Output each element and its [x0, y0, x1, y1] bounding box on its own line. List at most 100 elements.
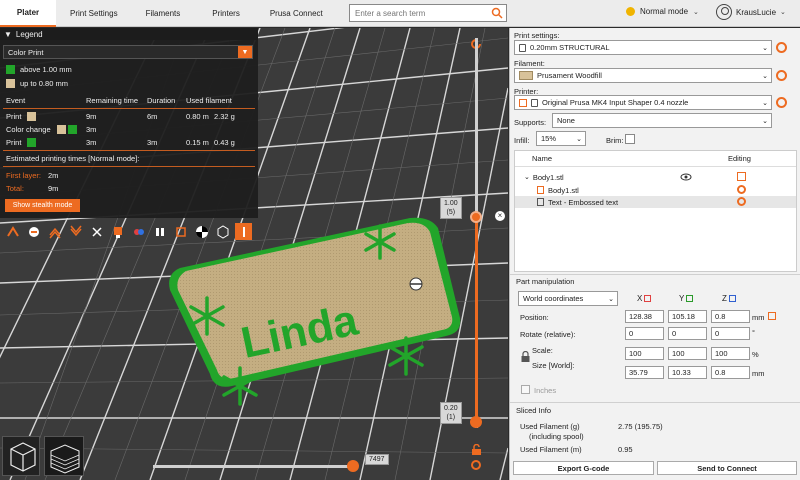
tab-prusa-connect[interactable]: Prusa Connect — [258, 0, 335, 27]
upper-thumb[interactable] — [470, 211, 482, 223]
pause-prints-icon[interactable] — [151, 223, 168, 240]
search-box[interactable] — [349, 4, 507, 22]
preview-button[interactable] — [44, 436, 84, 476]
part-row-selected[interactable]: Text - Embossed text — [515, 196, 796, 208]
print-settings-value: 0.20mm STRUCTURAL — [530, 43, 610, 52]
position-z-input[interactable]: 0.8 — [711, 310, 750, 323]
horizontal-thumb[interactable] — [347, 460, 359, 472]
edit-icon[interactable] — [737, 172, 746, 181]
position-y-input[interactable]: 105.18 — [668, 310, 707, 323]
used-m: 0.80 m — [186, 112, 209, 121]
search-input[interactable] — [355, 8, 485, 18]
first-layer-value: 2m — [48, 171, 59, 180]
tab-plater[interactable]: Plater — [0, 0, 56, 27]
coordinate-system-combo[interactable]: World coordinates ⌄ — [518, 291, 618, 306]
green-swatch-icon — [27, 138, 36, 147]
coord-system-value: World coordinates — [523, 294, 584, 303]
size-label: Size [World]: — [532, 361, 575, 370]
position-x-input[interactable]: 128.38 — [625, 310, 664, 323]
scale-y-input[interactable]: 100 — [668, 347, 707, 360]
close-icon[interactable]: × — [495, 211, 505, 221]
infill-combo[interactable]: 15% ⌄ — [536, 131, 586, 146]
user-icon — [716, 4, 732, 20]
tan-swatch-icon — [27, 112, 36, 121]
used-g: 0.43 g — [214, 138, 235, 147]
collapse-triangle-icon[interactable]: ▼ — [4, 30, 12, 39]
tab-filaments[interactable]: Filaments — [134, 0, 193, 27]
size-y-input[interactable]: 10.33 — [668, 366, 707, 379]
retractions-icon[interactable] — [46, 223, 63, 240]
gear-icon[interactable] — [776, 42, 787, 53]
search-icon[interactable] — [491, 7, 503, 19]
legend-header[interactable]: ▼ Legend — [0, 28, 258, 40]
tool-marker-icon[interactable] — [235, 223, 252, 240]
shells-icon[interactable] — [214, 223, 231, 240]
filament-combo[interactable]: Prusament Woodfill ⌄ — [514, 68, 772, 83]
layer-vertical-slider[interactable] — [475, 38, 478, 428]
legend-title: Legend — [15, 29, 43, 39]
remaining-time: 3m — [86, 125, 97, 134]
estimated-times-title: Estimated printing times [Normal mode]: — [6, 154, 140, 163]
rotate-y-input[interactable]: 0 — [668, 327, 707, 340]
part-row[interactable]: Body1.stl — [515, 184, 796, 196]
lock-icon[interactable] — [521, 351, 530, 362]
total-label: Total: — [6, 184, 24, 193]
cog-icon[interactable] — [470, 459, 482, 471]
unit-mm: mm — [752, 369, 765, 378]
object-row[interactable]: ⌄ Body1.stl — [515, 171, 796, 183]
center-of-gravity-icon[interactable] — [193, 223, 210, 240]
lower-thumb[interactable] — [470, 416, 482, 428]
infill-label: Infill: — [514, 136, 530, 145]
inches-label: Inches — [534, 386, 557, 395]
eye-icon[interactable] — [680, 172, 692, 182]
mode-label: Normal mode — [640, 7, 689, 16]
part-name: Body1.stl — [548, 185, 579, 195]
print-settings-combo[interactable]: 0.20mm STRUCTURAL ⌄ — [514, 40, 772, 55]
lock-icon[interactable] — [471, 444, 482, 455]
export-gcode-button[interactable]: Export G-code — [513, 461, 654, 475]
travel-icon[interactable] — [4, 223, 21, 240]
filament-color-swatch-icon[interactable] — [519, 71, 533, 80]
3d-view-button[interactable] — [2, 436, 40, 476]
unit-deg: ° — [752, 328, 755, 337]
gear-icon[interactable] — [737, 185, 746, 194]
seams-icon[interactable] — [88, 223, 105, 240]
view-type-select[interactable]: Color Print ▼ — [3, 45, 253, 59]
drop-to-bed-icon[interactable] — [768, 312, 776, 320]
chevron-down-icon: ⌄ — [576, 136, 582, 143]
supports-label: Supports: — [514, 118, 547, 127]
gear-icon[interactable] — [776, 97, 787, 108]
printer-icon — [519, 98, 527, 107]
first-layer-label: First layer: — [6, 171, 42, 180]
gear-icon[interactable] — [776, 70, 787, 81]
scale-z-input[interactable]: 100 — [711, 347, 750, 360]
supports-combo[interactable]: None ⌄ — [552, 113, 772, 128]
remaining-time: 3m — [86, 138, 97, 147]
size-x-input[interactable]: 35.79 — [625, 366, 664, 379]
gear-icon[interactable] — [737, 197, 746, 206]
color-changes-icon[interactable] — [130, 223, 147, 240]
scale-x-input[interactable]: 100 — [625, 347, 664, 360]
used-filament-m-label: Used Filament (m) — [520, 445, 582, 454]
horizontal-slider[interactable] — [153, 465, 353, 468]
inches-checkbox[interactable] — [521, 385, 530, 394]
dropdown-arrow-icon[interactable]: ▼ — [238, 46, 252, 58]
green-swatch-icon — [68, 125, 77, 134]
tool-changes-icon[interactable] — [109, 223, 126, 240]
tab-print-settings[interactable]: Print Settings — [58, 0, 130, 27]
tab-printers[interactable]: Printers — [200, 0, 252, 27]
expand-icon[interactable]: ⌄ — [524, 173, 530, 181]
custom-gcode-icon[interactable] — [172, 223, 189, 240]
wipe-icon[interactable] — [25, 223, 42, 240]
user-menu[interactable]: KrausLucie ⌄ — [716, 4, 786, 20]
used-filament-g-value: 2.75 (195.75) — [618, 422, 663, 431]
mode-selector[interactable]: Normal mode ⌄ — [626, 7, 699, 16]
send-to-connect-button[interactable]: Send to Connect — [657, 461, 797, 475]
printer-combo[interactable]: Original Prusa MK4 Input Shaper 0.4 nozz… — [514, 95, 772, 110]
deretractions-icon[interactable] — [67, 223, 84, 240]
size-z-input[interactable]: 0.8 — [711, 366, 750, 379]
rotate-x-input[interactable]: 0 — [625, 327, 664, 340]
brim-checkbox[interactable] — [625, 134, 635, 144]
show-stealth-mode-button[interactable]: Show stealth mode — [5, 199, 80, 212]
rotate-z-input[interactable]: 0 — [711, 327, 750, 340]
